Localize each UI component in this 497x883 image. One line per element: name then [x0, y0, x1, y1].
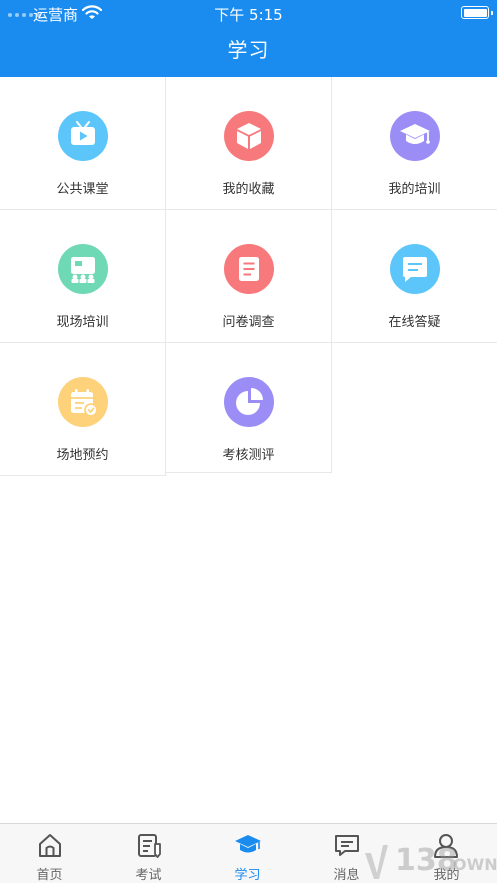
- exam-icon: [138, 834, 161, 858]
- grid-item-label: 考核测评: [222, 448, 275, 463]
- bottom-tab-bar: 首页 考试 学习 消息 我的: [0, 823, 497, 883]
- chat-icon: [390, 244, 440, 294]
- message-icon: [335, 835, 359, 856]
- grid-item-online-qa[interactable]: 在线答疑: [332, 210, 497, 343]
- tab-home[interactable]: 首页: [0, 824, 99, 883]
- tab-label: 我的: [433, 868, 460, 883]
- home-icon: [39, 834, 61, 857]
- tv-icon: [58, 111, 108, 161]
- nav-bar: 学习: [0, 26, 497, 77]
- grid-item-label: 现场培训: [56, 315, 109, 330]
- tab-label: 学习: [234, 868, 261, 883]
- page-title: 学习: [227, 38, 270, 62]
- grid-item-my-training[interactable]: 我的培训: [332, 77, 497, 210]
- grid-item-my-favorites[interactable]: 我的收藏: [166, 77, 332, 210]
- grid-item-public-classroom[interactable]: 公共课堂: [0, 77, 166, 210]
- tab-exam[interactable]: 考试: [99, 824, 198, 883]
- clock: 下午 5:15: [214, 6, 283, 24]
- grid-item-label: 公共课堂: [56, 182, 109, 197]
- study-cap-icon: [235, 835, 261, 853]
- tab-label: 消息: [333, 868, 360, 883]
- grid-item-label: 场地预约: [56, 448, 109, 463]
- presentation-board-icon: [58, 244, 108, 294]
- grid-item-questionnaire[interactable]: 问卷调查: [166, 210, 332, 343]
- grid-item-assessment[interactable]: 考核测评: [166, 343, 332, 473]
- grid-item-label: 我的收藏: [222, 182, 275, 197]
- battery-icon: [461, 6, 493, 19]
- document-icon: [224, 244, 274, 294]
- app-screen: 运营商 下午 5:15 学习 公共课堂 我的收藏 我的培训 现场培训 问卷调查 …: [0, 0, 497, 883]
- grid-item-label: 在线答疑: [388, 315, 441, 330]
- tab-profile[interactable]: 我的: [396, 824, 497, 883]
- tab-study[interactable]: 学习: [198, 824, 297, 883]
- tab-messages[interactable]: 消息: [297, 824, 396, 883]
- pie-chart-icon: [224, 377, 274, 427]
- box-icon: [224, 111, 274, 161]
- tab-label: 首页: [36, 868, 63, 883]
- status-bar: 运营商 下午 5:15: [0, 0, 497, 26]
- grid-item-label: 我的培训: [388, 182, 441, 197]
- calendar-check-icon: [58, 377, 108, 427]
- grid-item-venue-booking[interactable]: 场地预约: [0, 343, 166, 476]
- graduation-cap-icon: [390, 111, 440, 161]
- profile-icon: [434, 834, 458, 858]
- tab-label: 考试: [135, 868, 162, 883]
- grid-item-onsite-training[interactable]: 现场培训: [0, 210, 166, 343]
- grid-item-label: 问卷调查: [222, 315, 275, 330]
